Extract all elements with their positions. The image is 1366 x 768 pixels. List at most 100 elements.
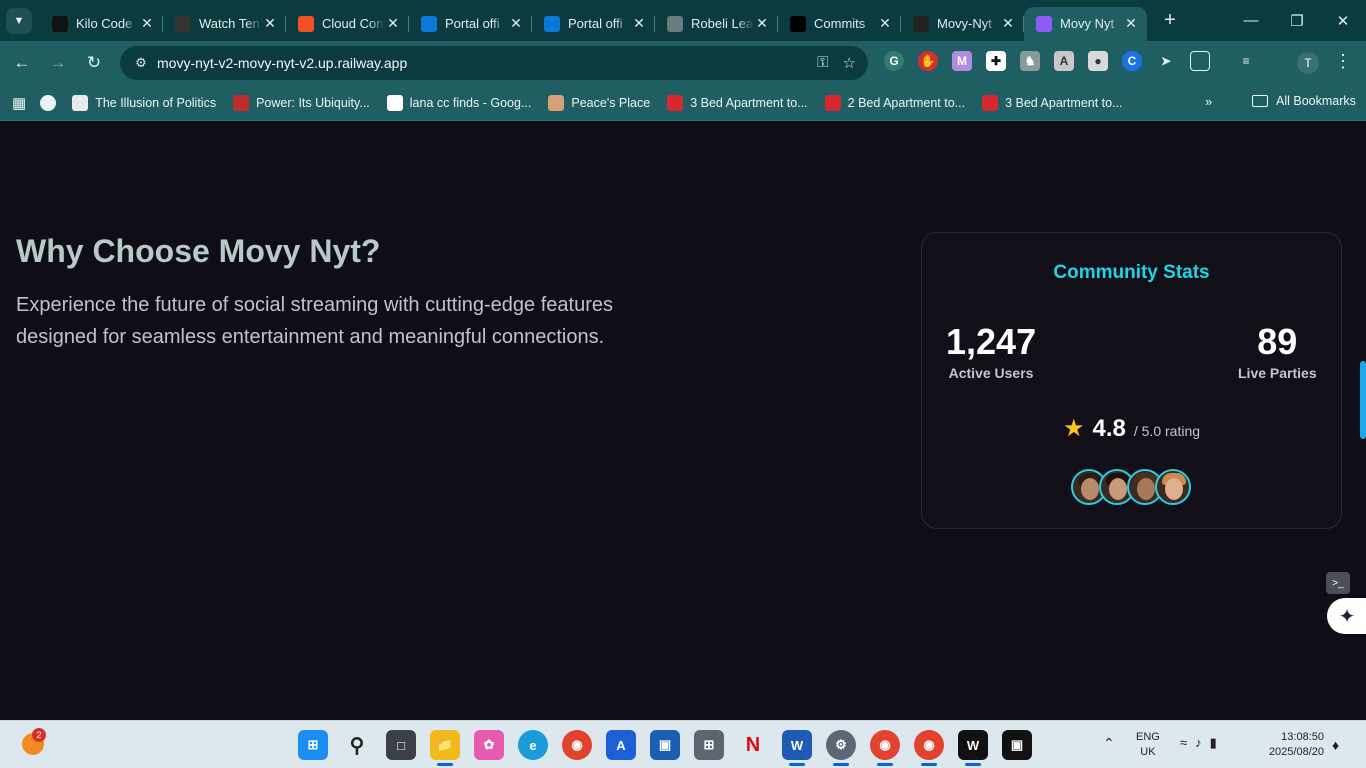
browser-tab[interactable]: Movy Nyt ✕ bbox=[1024, 6, 1147, 41]
puzzle-game-icon[interactable]: ✚ bbox=[986, 51, 1006, 71]
restore-button[interactable]: ❐ bbox=[1274, 0, 1320, 41]
clock[interactable]: 13:08:50 2025/08/20 bbox=[1256, 730, 1324, 760]
tab-close-icon[interactable]: ✕ bbox=[1000, 15, 1016, 32]
chrome-profile-icon[interactable]: ◉ bbox=[870, 730, 900, 766]
globe-icon[interactable] bbox=[40, 94, 57, 111]
bookmark-item[interactable]: 3 Bed Apartment to... bbox=[667, 94, 808, 111]
tab-title: Cloud Con bbox=[322, 16, 384, 31]
live-parties-stat: 89 Live Parties bbox=[1238, 321, 1317, 381]
bookmark-label: The Illusion of Politics bbox=[95, 95, 217, 110]
tab-close-icon[interactable]: ✕ bbox=[262, 15, 278, 32]
book-icon bbox=[233, 94, 250, 111]
netflix-icon[interactable]: N bbox=[738, 730, 768, 760]
browser-tab[interactable]: Movy-Nyt ✕ bbox=[901, 7, 1024, 41]
tab-close-icon[interactable]: ✕ bbox=[1123, 15, 1139, 32]
start-windows-icon[interactable]: ⊞ bbox=[298, 730, 328, 760]
browser-menu-icon[interactable]: ⋮ bbox=[1334, 51, 1352, 72]
bookmark-item[interactable]: lana cc finds - Goog... bbox=[386, 94, 531, 111]
bookmark-item[interactable]: 2 Bed Apartment to... bbox=[824, 94, 966, 111]
tab-close-icon[interactable]: ✕ bbox=[385, 15, 401, 32]
chrome-icon[interactable]: ◉ bbox=[562, 730, 592, 760]
ai-sparkle-icon[interactable]: ✦ bbox=[1327, 598, 1366, 634]
clock-time: 13:08:50 bbox=[1281, 731, 1324, 743]
azure-icon bbox=[544, 15, 560, 32]
grammarly-icon[interactable]: G bbox=[884, 51, 904, 71]
bookmark-item[interactable]: Peace's Place bbox=[548, 94, 650, 111]
chrome-beta-icon[interactable]: ◉ bbox=[914, 730, 944, 766]
tab-search-button[interactable]: ▼ bbox=[6, 7, 32, 34]
tab-title: Portal offi bbox=[568, 16, 623, 31]
avatar bbox=[1155, 469, 1191, 505]
translate-extension-icon[interactable]: A bbox=[1054, 51, 1074, 71]
browser-tab[interactable]: Robeli Lea ✕ bbox=[655, 7, 778, 41]
password-key-icon[interactable]: ⚿ bbox=[817, 54, 828, 72]
edge-icon[interactable]: e bbox=[518, 730, 548, 760]
url-text[interactable]: movy-nyt-v2-movy-nyt-v2.up.railway.app bbox=[157, 55, 407, 71]
task-view-icon[interactable]: □ bbox=[386, 730, 416, 760]
tab-list: Kilo Code ✕ Watch Ten ✕ Cloud Con ✕ Portal off… bbox=[40, 1, 1147, 41]
settings-gear-icon[interactable]: ⚙ bbox=[826, 730, 856, 766]
browser-tab[interactable]: Watch Ten ✕ bbox=[163, 7, 286, 41]
profile-avatar[interactable]: T bbox=[1297, 52, 1319, 74]
notification-bell-icon[interactable]: ♦ bbox=[1332, 737, 1339, 753]
tab-close-icon[interactable]: ✕ bbox=[877, 15, 893, 32]
new-tab-button[interactable]: + bbox=[1157, 8, 1183, 34]
site-settings-icon[interactable]: ⚙ bbox=[126, 55, 156, 71]
tray-status-icons[interactable]: ≈ ♪ ▮ bbox=[1180, 735, 1217, 751]
tab-close-icon[interactable]: ✕ bbox=[631, 15, 647, 32]
app-w-icon[interactable]: W bbox=[958, 730, 988, 766]
azure-vpn-icon[interactable]: A bbox=[606, 730, 636, 760]
android-extension-icon[interactable]: ● bbox=[1088, 51, 1108, 71]
file-explorer-icon[interactable]: 📁 bbox=[430, 730, 460, 766]
tab-close-icon[interactable]: ✕ bbox=[139, 15, 155, 32]
search-icon[interactable]: ⚲ bbox=[342, 730, 372, 760]
active-users-value: 1,247 bbox=[946, 321, 1037, 362]
reading-list-icon[interactable]: ≡ bbox=[1236, 51, 1256, 71]
community-stats-card: Community Stats 1,247 Active Users 89 Li… bbox=[921, 232, 1342, 529]
restore-icon: ❐ bbox=[1290, 12, 1304, 30]
wifi-icon: ≈ bbox=[1180, 735, 1188, 750]
bookmark-label: 2 Bed Apartment to... bbox=[847, 95, 966, 110]
page-scrollbar[interactable] bbox=[1360, 361, 1366, 439]
extensions-puzzle-icon[interactable] bbox=[1190, 51, 1210, 71]
copilot-icon[interactable]: ✿ bbox=[474, 730, 504, 760]
forward-button[interactable]: → bbox=[40, 45, 76, 81]
store-icon[interactable]: ▣ bbox=[650, 730, 680, 760]
arrow-left-icon: ← bbox=[13, 53, 31, 72]
address-bar[interactable]: ⚙ movy-nyt-v2-movy-nyt-v2.up.railway.app… bbox=[120, 46, 868, 80]
all-bookmarks-button[interactable]: All Bookmarks bbox=[1252, 94, 1356, 108]
tab-close-icon[interactable]: ✕ bbox=[754, 15, 770, 32]
close-window-button[interactable]: ✕ bbox=[1320, 0, 1366, 41]
photo-icon bbox=[548, 94, 565, 111]
horse-extension-icon[interactable]: ♞ bbox=[1020, 51, 1040, 71]
calculator-icon[interactable]: ⊞ bbox=[694, 730, 724, 760]
hand-extension-icon[interactable]: ✋ bbox=[918, 51, 938, 71]
back-button[interactable]: ← bbox=[4, 45, 40, 81]
terminal-widget-icon[interactable]: >_ bbox=[1326, 572, 1350, 594]
bookmark-star-icon[interactable]: ☆ bbox=[843, 54, 856, 72]
window-controls: — ❐ ✕ bbox=[1228, 0, 1366, 41]
bookmark-item[interactable]: The Illusion of Politics bbox=[72, 94, 217, 111]
tab-close-icon[interactable]: ✕ bbox=[508, 15, 524, 32]
word-icon[interactable]: W bbox=[782, 730, 812, 766]
bookmark-item[interactable]: Power: Its Ubiquity... bbox=[233, 94, 370, 111]
chevron-up-icon[interactable]: ⌃ bbox=[1103, 735, 1115, 752]
browser-tab[interactable]: Cloud Con ✕ bbox=[286, 7, 409, 41]
browser-tab[interactable]: Portal offi ✕ bbox=[532, 7, 655, 41]
reload-button[interactable]: ↻ bbox=[76, 45, 112, 81]
c-extension-icon[interactable]: C bbox=[1122, 51, 1142, 71]
more-bookmarks-icon[interactable]: » bbox=[1205, 94, 1212, 109]
apps-grid-icon[interactable]: ▦ bbox=[12, 94, 26, 112]
taskbar-apps: ⊞ ⚲ □ 📁 ✿ e ◉ A ▣ ⊞ N W ⚙ ◉ ◉ W ▣ bbox=[298, 730, 1032, 766]
language-indicator[interactable]: ENG UK bbox=[1136, 730, 1160, 760]
minimize-button[interactable]: — bbox=[1228, 0, 1274, 41]
capcut-icon[interactable]: ▣ bbox=[1002, 730, 1032, 760]
extension-icon[interactable]: M bbox=[952, 51, 972, 71]
bookmark-item[interactable]: 3 Bed Apartment to... bbox=[982, 94, 1123, 111]
browser-tab[interactable]: Portal offi ✕ bbox=[409, 7, 532, 41]
browser-tab[interactable]: Commits ✕ bbox=[778, 7, 901, 41]
rocket-icon[interactable]: ➤ bbox=[1156, 51, 1176, 71]
volume-icon: ♪ bbox=[1195, 735, 1202, 750]
browser-tab[interactable]: Kilo Code ✕ bbox=[40, 7, 163, 41]
page-headline: Why Choose Movy Nyt? bbox=[16, 233, 381, 269]
